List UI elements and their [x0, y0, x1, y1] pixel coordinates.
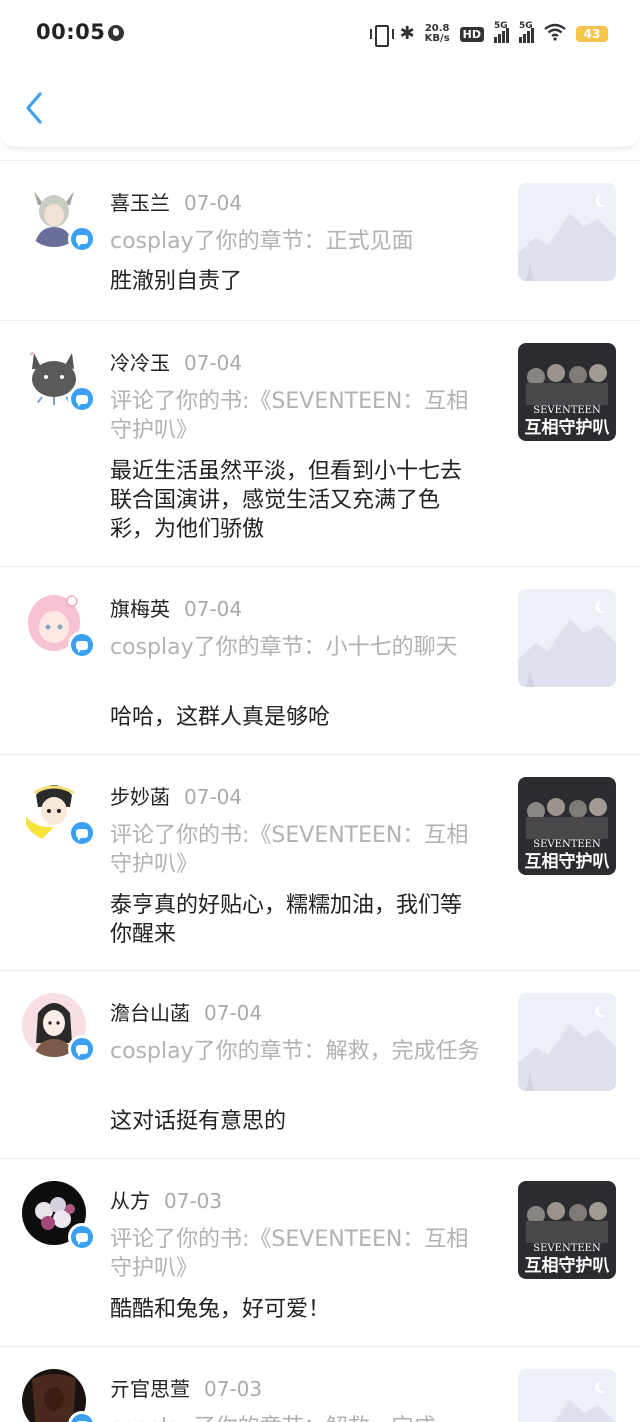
status-time: 00:05 [36, 20, 106, 44]
book-cover-title: 互相守护叭 [525, 851, 610, 872]
action-text: cosplay了你的章节：正式见面 [110, 229, 414, 254]
comment-text: 哈哈，这群人真是够呛 [110, 705, 331, 730]
list-item[interactable]: 旗梅英 07-04 cosplay了你的章节：小十七的聊天 哈哈，这群人真是够呛 [0, 566, 640, 754]
date: 07-04 [184, 597, 243, 621]
comment-badge-icon [68, 225, 96, 253]
chapter-thumbnail[interactable] [518, 183, 616, 281]
net-speed-unit: KB/s [424, 33, 450, 44]
wifi-icon [544, 23, 566, 46]
username[interactable]: 冷冷玉 [110, 351, 170, 375]
action-text: cosplay了你的章节：小十七的聊天 [110, 635, 458, 660]
vibrate-icon [369, 25, 394, 47]
comment-text: 胜澈别自责了 [110, 269, 243, 294]
image-placeholder-icon [518, 1369, 616, 1422]
image-placeholder-icon [518, 993, 616, 1091]
chapter-thumbnail[interactable] [518, 993, 616, 1091]
comment-badge-icon [68, 385, 96, 413]
date: 07-04 [184, 351, 243, 375]
list-item[interactable]: 亓官思萱 07-03 cosplay了你的章节：解救，完成 [0, 1346, 640, 1422]
chapter-thumbnail[interactable] [518, 589, 616, 687]
comment-badge-icon [68, 1035, 96, 1063]
username[interactable]: 从方 [110, 1189, 150, 1213]
globe-icon [108, 25, 124, 41]
comment-badge-icon [68, 1223, 96, 1251]
list-item[interactable]: 步妙菡 07-04 评论了你的书:《SEVENTEEN：互相守护叭》 泰亨真的好贴… [0, 754, 640, 970]
book-cover[interactable]: SEVENTEEN 互相守护叭 [518, 1181, 616, 1279]
comment-badge-icon [68, 631, 96, 659]
book-cover[interactable]: SEVENTEEN 互相守护叭 [518, 777, 616, 875]
book-cover-title: 互相守护叭 [525, 417, 610, 438]
status-icons: ✱ 20.8 KB/s HD 5G 5G 43 [369, 21, 608, 47]
signal-icon: 5G [494, 21, 509, 43]
username[interactable]: 澹台山菡 [110, 1001, 190, 1025]
chapter-thumbnail[interactable] [518, 1369, 616, 1422]
comment-text: 最近生活虽然平淡，但看到小十七去联合国演讲，感觉生活又充满了色彩，为他们骄傲 [110, 459, 463, 542]
net-speed: 20.8 KB/s [425, 24, 450, 44]
action-text: 评论了你的书:《SEVENTEEN：互相守护叭》 [110, 823, 469, 877]
signal-icon-2: 5G [519, 21, 534, 43]
nav-bar [0, 68, 640, 148]
action-text: 评论了你的书:《SEVENTEEN：互相守护叭》 [110, 389, 469, 443]
image-placeholder-icon [518, 183, 616, 281]
sim2-label: 5G [519, 21, 533, 31]
username[interactable]: 亓官思萱 [110, 1377, 190, 1401]
back-button[interactable] [20, 90, 50, 126]
username[interactable]: 旗梅英 [110, 597, 170, 621]
book-cover-title: 互相守护叭 [525, 1255, 610, 1276]
comment-text: 泰亨真的好贴心，糯糯加油，我们等你醒来 [110, 893, 463, 947]
list-item[interactable]: 冷冷玉 07-04 评论了你的书:《SEVENTEEN：互相守护叭》 最近生活虽然… [0, 320, 640, 566]
list-item[interactable]: 喜玉兰 07-04 cosplay了你的章节：正式见面 胜澈别自责了 [0, 160, 640, 320]
hd-icon: HD [459, 26, 484, 42]
username[interactable]: 喜玉兰 [110, 191, 170, 215]
bluetooth-icon: ✱ [399, 23, 415, 44]
notification-list: 喜玉兰 07-04 cosplay了你的章节：正式见面 胜澈别自责了 冷冷玉 0… [0, 160, 640, 1422]
chevron-left-icon [26, 92, 42, 124]
action-text: 评论了你的书:《SEVENTEEN：互相守护叭》 [110, 1227, 469, 1281]
image-placeholder-icon [518, 589, 616, 687]
comment-text: 酷酷和兔兔，好可爱！ [110, 1297, 331, 1322]
sim1-label: 5G [494, 21, 508, 31]
list-item[interactable]: 澹台山菡 07-04 cosplay了你的章节：解救，完成任务 这对话挺有意思的 [0, 970, 640, 1158]
status-bar: 00:05 ✱ 20.8 KB/s HD 5G 5G 43 [0, 0, 640, 68]
date: 07-03 [164, 1189, 223, 1213]
action-text: cosplay了你的章节：解救，完成任务 [110, 1039, 480, 1064]
date: 07-04 [184, 191, 243, 215]
book-cover[interactable]: SEVENTEEN 互相守护叭 [518, 343, 616, 441]
action-text: cosplay了你的章节：解救，完成 [110, 1413, 480, 1422]
comment-badge-icon [68, 819, 96, 847]
list-item[interactable]: 从方 07-03 评论了你的书:《SEVENTEEN：互相守护叭》 酷酷和兔兔，好… [0, 1158, 640, 1346]
date: 07-03 [204, 1377, 263, 1401]
book-cover-series: SEVENTEEN [533, 405, 601, 416]
comment-text: 这对话挺有意思的 [110, 1109, 287, 1134]
date: 07-04 [204, 1001, 263, 1025]
book-cover-series: SEVENTEEN [533, 1243, 601, 1254]
date: 07-04 [184, 785, 243, 809]
username[interactable]: 步妙菡 [110, 785, 170, 809]
book-cover-series: SEVENTEEN [533, 839, 601, 850]
battery-icon: 43 [576, 26, 608, 42]
